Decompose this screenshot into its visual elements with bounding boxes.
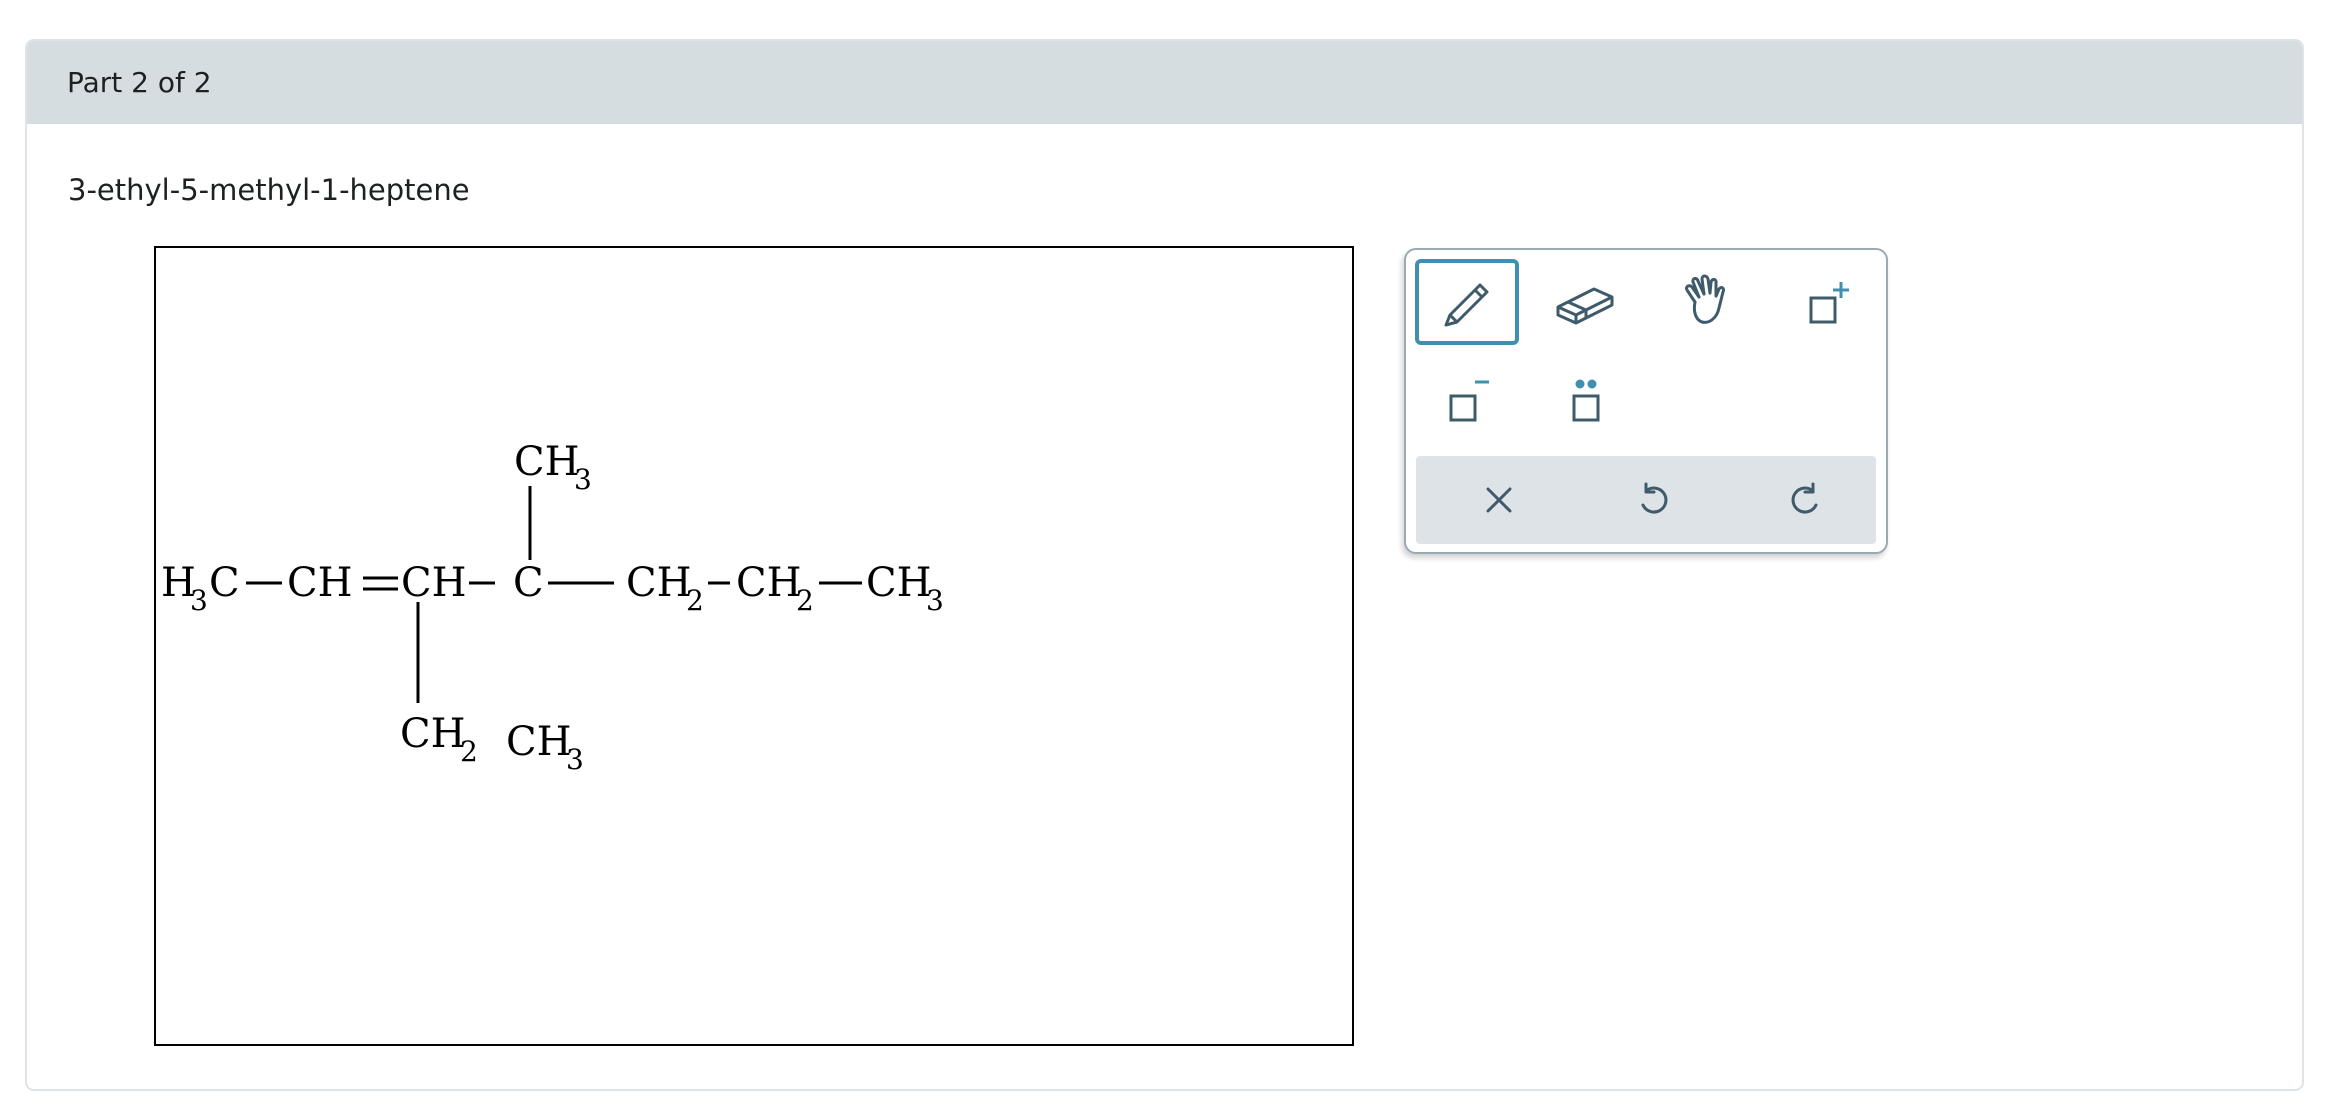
top-branch: CH	[514, 439, 580, 485]
bottom-branch: CH	[400, 711, 466, 757]
eraser-tool-button[interactable]	[1534, 259, 1638, 345]
lone-pair-button[interactable]	[1534, 357, 1638, 443]
left-group-sub: 3	[190, 584, 208, 617]
drawing-toolbar	[1404, 248, 1888, 554]
quaternary-c: C	[513, 560, 544, 606]
clear-icon	[1486, 487, 1512, 513]
ch3-end-sub: 3	[926, 584, 944, 617]
part-header: Part 2 of 2	[27, 41, 2302, 124]
top-branch-sub: 3	[574, 463, 592, 496]
ch2-b-sub: 2	[796, 584, 814, 617]
negative-charge-icon	[1449, 380, 1489, 422]
compound-name: 3-ethyl-5-methyl-1-heptene	[68, 173, 470, 207]
hand-icon	[1685, 274, 1725, 324]
eraser-icon	[1556, 287, 1614, 325]
pencil-icon	[1444, 283, 1489, 327]
ch-2: CH	[401, 560, 467, 606]
clear-button[interactable]	[1439, 456, 1559, 544]
ch-1: CH	[287, 560, 353, 606]
positive-charge-button[interactable]	[1775, 259, 1879, 345]
ch3-end: CH	[866, 560, 932, 606]
negative-charge-button[interactable]	[1415, 357, 1519, 443]
bottom-methyl: CH	[506, 719, 572, 765]
lone-pair-icon	[1572, 379, 1600, 422]
bottom-branch-sub: 2	[460, 735, 478, 768]
positive-charge-icon	[1809, 282, 1849, 324]
bottom-methyl-sub: 3	[566, 743, 584, 776]
drawing-canvas[interactable]: H 3 C CH CH C CH 3 CH 2 CH 2 CH 3 CH 2 C…	[154, 246, 1354, 1046]
undo-icon	[1641, 482, 1668, 514]
action-bar	[1416, 456, 1876, 544]
pencil-tool-button[interactable]	[1415, 259, 1519, 345]
left-group-c: C	[209, 560, 240, 606]
ch2-a-sub: 2	[686, 584, 704, 617]
hand-tool-button[interactable]	[1655, 259, 1759, 345]
part-label: Part 2 of 2	[67, 66, 212, 99]
question-card: Part 2 of 2 3-ethyl-5-methyl-1-heptene H…	[25, 39, 2304, 1091]
redo-icon	[1791, 482, 1818, 514]
ch2-a: CH	[626, 560, 692, 606]
redo-button[interactable]	[1746, 456, 1866, 544]
undo-button[interactable]	[1593, 456, 1713, 544]
ch2-b: CH	[736, 560, 802, 606]
structure-drawing: H 3 C CH CH C CH 3 CH 2 CH 2 CH 3 CH 2 C…	[161, 439, 944, 776]
